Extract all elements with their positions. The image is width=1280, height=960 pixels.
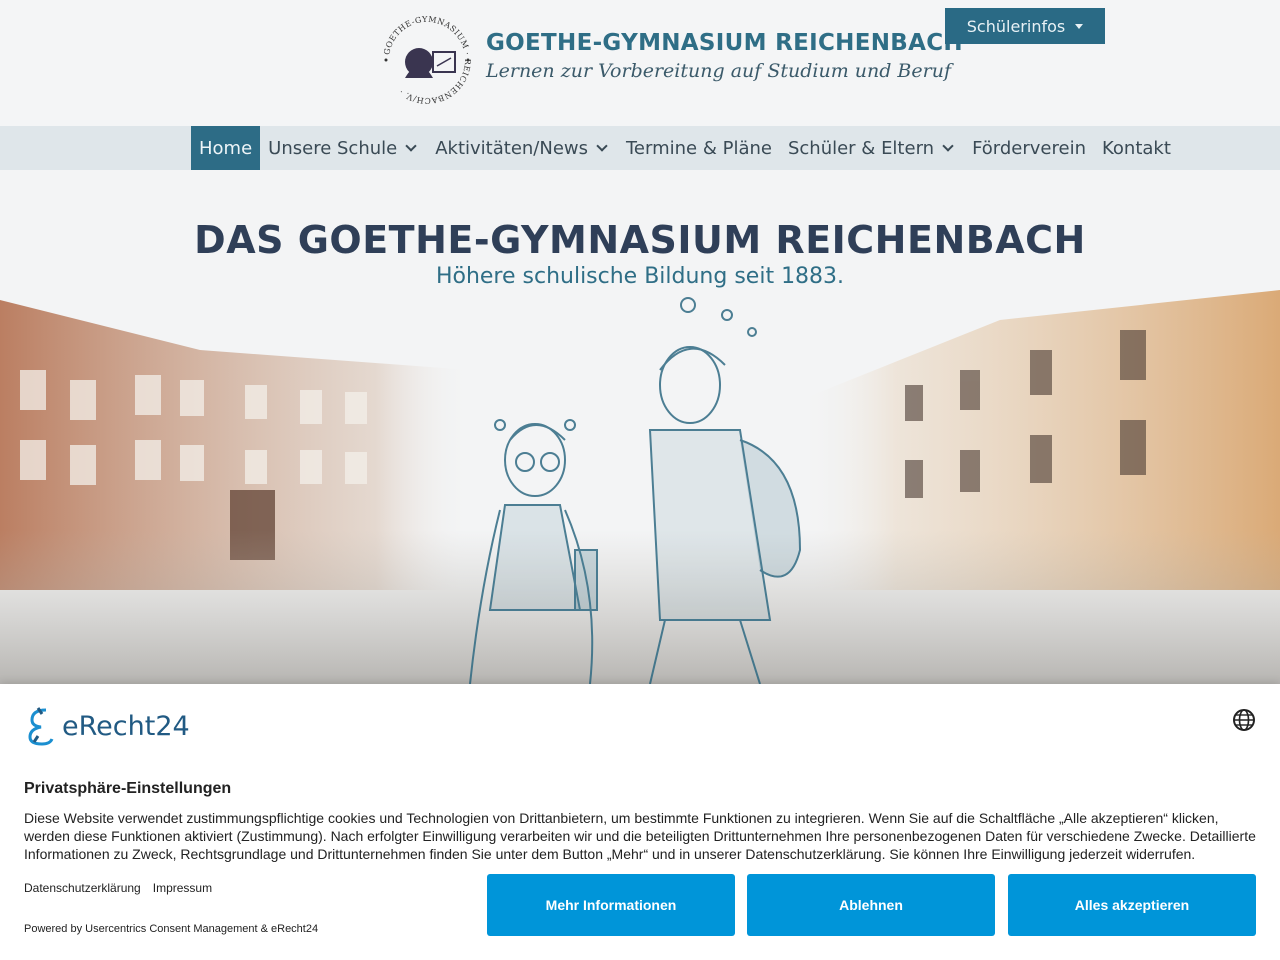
cookie-consent-banner: eRecht24 Privatsphäre-Einstellungen Dies…: [0, 684, 1280, 960]
brand-name: eRecht24: [62, 710, 190, 742]
chevron-down-icon: [405, 140, 417, 152]
main-navigation: Home Unsere Schule Aktivitäten/News Term…: [0, 126, 1280, 170]
caret-down-icon: [1075, 23, 1084, 29]
nav-item-label: Termine & Pläne: [626, 137, 772, 159]
nav-item-label: Förderverein: [972, 137, 1086, 159]
schuelerinfos-dropdown-button[interactable]: Schülerinfos: [945, 8, 1105, 44]
nav-item-kontakt[interactable]: Kontakt: [1094, 126, 1179, 170]
more-information-button[interactable]: Mehr Informationen: [487, 874, 735, 936]
privacy-policy-link[interactable]: Datenschutzerklärung: [24, 881, 141, 895]
chevron-down-icon: [942, 140, 954, 152]
consent-description: Diese Website verwendet zustimmungspflic…: [24, 810, 1256, 862]
chevron-down-icon: [596, 140, 608, 152]
nav-item-aktivitaeten-news[interactable]: Aktivitäten/News: [427, 126, 618, 170]
hero-section: DAS GOETHE-GYMNASIUM REICHENBACH Höhere …: [0, 170, 1280, 684]
accept-all-button[interactable]: Alles akzeptieren: [1008, 874, 1256, 936]
nav-item-termine-plaene[interactable]: Termine & Pläne: [618, 126, 780, 170]
nav-item-unsere-schule[interactable]: Unsere Schule: [260, 126, 427, 170]
site-tagline: Lernen zur Vorbereitung auf Studium und …: [486, 60, 951, 82]
hero-illustration: [0, 290, 1280, 684]
schuelerinfos-label: Schülerinfos: [966, 16, 1066, 36]
nav-item-foerderverein[interactable]: Förderverein: [964, 126, 1094, 170]
nav-item-label: Schüler & Eltern: [787, 137, 935, 159]
reject-button[interactable]: Ablehnen: [747, 874, 995, 936]
nav-item-schueler-eltern[interactable]: Schüler & Eltern: [780, 126, 964, 170]
nav-item-label: Aktivitäten/News: [435, 137, 588, 159]
erecht24-logo-icon: [28, 707, 54, 746]
nav-item-label: Kontakt: [1102, 137, 1171, 159]
nav-item-label: Home: [199, 137, 253, 159]
hero-title: DAS GOETHE-GYMNASIUM REICHENBACH: [194, 218, 1086, 262]
erecht24-logo: eRecht24: [24, 706, 190, 746]
nav-item-home[interactable]: Home: [191, 126, 261, 170]
powered-by-text: Powered by Usercentrics Consent Manageme…: [24, 923, 319, 935]
school-logo-emblem[interactable]: GOETHE-GYMNASIUM · REICHENBACH/V. ·: [381, 14, 473, 106]
site-header: GOETHE-GYMNASIUM · REICHENBACH/V. · GOET…: [0, 0, 1280, 126]
consent-title: Privatsphäre-Einstellungen: [24, 780, 232, 797]
hero-subtitle: Höhere schulische Bildung seit 1883.: [435, 264, 845, 289]
globe-icon[interactable]: [1232, 708, 1256, 732]
site-name[interactable]: GOETHE-GYMNASIUM REICHENBACH: [486, 30, 963, 56]
imprint-link[interactable]: Impressum: [153, 881, 212, 895]
nav-item-label: Unsere Schule: [268, 137, 398, 159]
